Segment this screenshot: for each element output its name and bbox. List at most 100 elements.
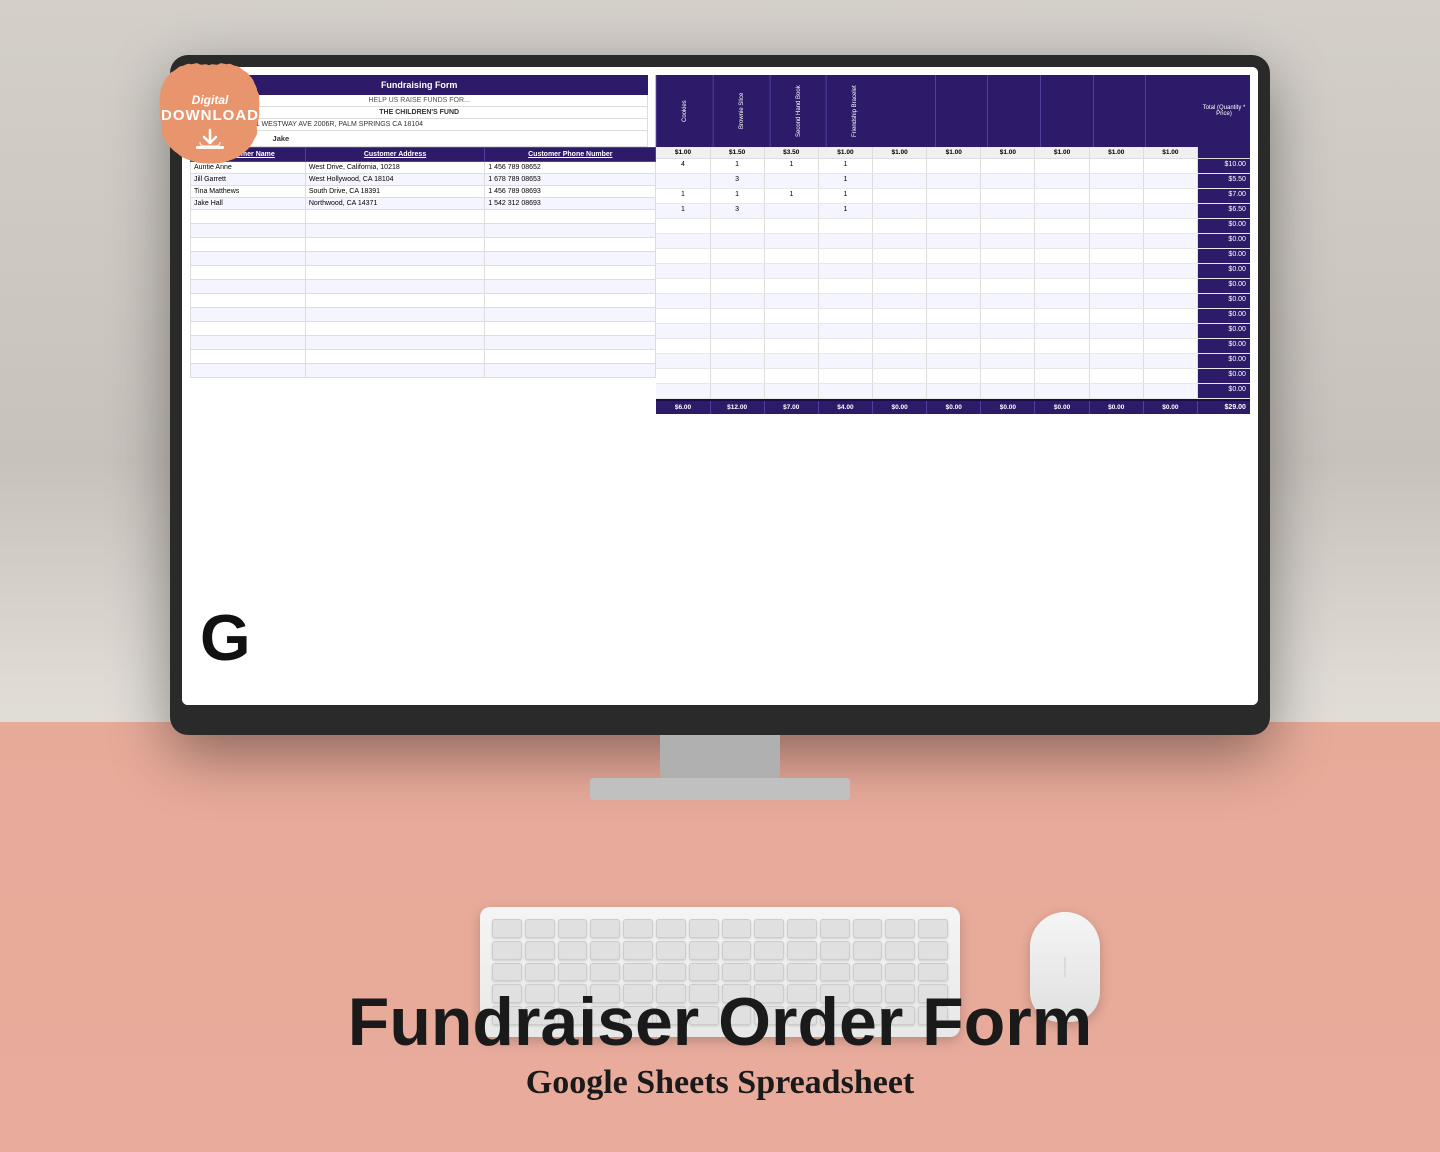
qty-cell-empty — [1035, 279, 1089, 293]
keyboard-key — [590, 919, 620, 938]
qty-cell-empty — [819, 234, 873, 248]
qty-cell — [1144, 174, 1198, 188]
price-5: $1.00 — [873, 147, 927, 158]
qty-cell — [1090, 189, 1144, 203]
empty-phone — [485, 336, 656, 350]
qty-cell-empty — [981, 234, 1035, 248]
bottom-title: Fundraiser Order Form — [20, 987, 1420, 1058]
keyboard-key — [853, 941, 883, 960]
qty-cell-empty — [819, 279, 873, 293]
qty-cell-empty — [927, 279, 981, 293]
price-10: $1.00 — [1144, 147, 1198, 158]
empty-phone — [485, 280, 656, 294]
empty-address — [305, 266, 484, 280]
empty-address — [305, 336, 484, 350]
price-2: $1.50 — [711, 147, 765, 158]
row-total: $6.50 — [1198, 204, 1250, 218]
quantity-row-empty: $0.00 — [656, 219, 1250, 234]
qty-cell-empty — [1144, 339, 1198, 353]
qty-cell-empty — [711, 354, 765, 368]
badge-download: DOWNLOAD — [161, 107, 259, 124]
qty-cell-empty — [873, 354, 927, 368]
qty-cell-empty — [1144, 219, 1198, 233]
keyboard-key — [623, 919, 653, 938]
qty-cell-empty — [765, 264, 819, 278]
qty-cell-empty — [1144, 279, 1198, 293]
qty-cell-empty — [765, 324, 819, 338]
qty-cell — [1144, 159, 1198, 173]
total-price-spacer — [1198, 147, 1250, 158]
qty-cell-empty — [1035, 264, 1089, 278]
price-row: $1.00 $1.50 $3.50 $1.00 $1.00 $1.00 $1.0… — [656, 147, 1250, 159]
qty-cell-empty — [1090, 324, 1144, 338]
qty-cell-empty — [1090, 354, 1144, 368]
customer-phone-cell: 1 542 312 08693 — [485, 198, 656, 210]
empty-phone — [485, 322, 656, 336]
total-5: $0.00 — [873, 401, 927, 414]
keyboard-key — [787, 919, 817, 938]
qty-cell-empty — [819, 249, 873, 263]
qty-cell-empty — [927, 219, 981, 233]
price-9: $1.00 — [1090, 147, 1144, 158]
form-area: Fundraising Form HELP US RAISE FUNDS FOR… — [190, 75, 1250, 147]
keyboard-key — [558, 941, 588, 960]
qty-cell-empty — [1035, 339, 1089, 353]
keyboard-key — [492, 941, 522, 960]
quantity-row-empty: $0.00 — [656, 354, 1250, 369]
empty-phone — [485, 210, 656, 224]
qty-cell-empty — [927, 384, 981, 398]
row-total-empty: $0.00 — [1198, 384, 1250, 398]
qty-cell-empty — [1144, 309, 1198, 323]
qty-cell-empty — [981, 324, 1035, 338]
qty-cell-empty — [981, 309, 1035, 323]
empty-name — [191, 294, 306, 308]
total-4: $4.00 — [819, 401, 873, 414]
qty-cell-empty — [927, 324, 981, 338]
empty-name — [191, 238, 306, 252]
qty-cell-empty — [873, 324, 927, 338]
qty-cell-empty — [927, 309, 981, 323]
customer-address-cell: South Drive, CA 18391 — [305, 186, 484, 198]
keyboard-key — [525, 919, 555, 938]
qty-cell-empty — [927, 234, 981, 248]
total-2: $12.00 — [711, 401, 765, 414]
product-cols-header: Cookies Brownie Slice Second Hand Book F… — [656, 75, 1198, 147]
empty-address — [305, 210, 484, 224]
qty-cell-empty — [1035, 354, 1089, 368]
monitor: Fundraising Form HELP US RAISE FUNDS FOR… — [170, 55, 1270, 735]
qty-cell-empty — [819, 309, 873, 323]
empty-phone — [485, 252, 656, 266]
empty-phone — [485, 266, 656, 280]
customer-address-cell: Northwood, CA 14371 — [305, 198, 484, 210]
keyboard-key — [754, 941, 784, 960]
qty-cell-empty — [1035, 309, 1089, 323]
qty-cell-empty — [819, 219, 873, 233]
qty-cell-empty — [1035, 249, 1089, 263]
total-9: $0.00 — [1090, 401, 1144, 414]
qty-cell-empty — [1144, 294, 1198, 308]
qty-cell-empty — [819, 339, 873, 353]
qty-cell-empty — [981, 384, 1035, 398]
qty-cell-empty — [1035, 369, 1089, 383]
qty-cell-empty — [711, 369, 765, 383]
qty-cell-empty — [711, 264, 765, 278]
quantity-row-empty: $0.00 — [656, 279, 1250, 294]
price-8: $1.00 — [1035, 147, 1089, 158]
empty-address — [305, 322, 484, 336]
monitor-stand — [660, 735, 780, 780]
qty-cell-empty — [1144, 264, 1198, 278]
quantity-row: 31$5.50 — [656, 174, 1250, 189]
qty-cell-empty — [873, 249, 927, 263]
qty-cell-empty — [765, 219, 819, 233]
empty-address — [305, 350, 484, 364]
qty-cell-empty — [1144, 354, 1198, 368]
empty-name — [191, 280, 306, 294]
row-total-empty: $0.00 — [1198, 279, 1250, 293]
qty-cell-empty — [927, 354, 981, 368]
product-col-6 — [936, 75, 989, 147]
total-3: $7.00 — [765, 401, 819, 414]
qty-cell-empty — [981, 219, 1035, 233]
customer-address-cell: West Drive, California, 10218 — [305, 162, 484, 174]
empty-address — [305, 224, 484, 238]
empty-name — [191, 252, 306, 266]
